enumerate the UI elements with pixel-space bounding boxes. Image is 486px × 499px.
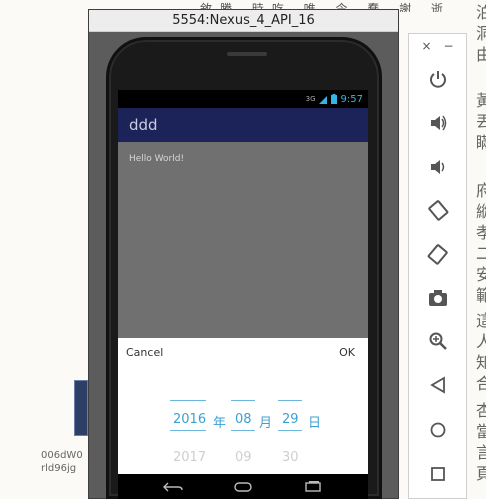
date-picker-dialog: Cancel OK 2016 年 2017 08 月 09 29 日 30 — [118, 338, 368, 474]
rotate-right-button[interactable] — [423, 240, 453, 268]
day-selection-line-top — [278, 400, 302, 401]
emulator-titlebar[interactable]: 5554:Nexus_4_API_16 — [89, 10, 398, 32]
action-bar: ddd — [118, 108, 368, 142]
back-button[interactable] — [423, 371, 453, 399]
screenshot-button[interactable] — [423, 284, 453, 312]
background-column-3: 府縱孝二安範 — [476, 181, 486, 305]
ok-button[interactable]: OK — [339, 346, 355, 359]
volume-down-button[interactable] — [423, 153, 453, 181]
background-column-2: 黃丟瞞 — [476, 91, 486, 152]
overview-icon — [431, 467, 445, 481]
close-icon[interactable]: × — [421, 39, 431, 53]
navigation-bar — [118, 474, 368, 499]
month-unit: 月 — [259, 416, 273, 431]
home-icon — [430, 422, 446, 438]
desktop-thumbnail-label: 006dW0 rld96jg — [41, 450, 83, 474]
emulator-title: 5554:Nexus_4_API_16 — [172, 13, 315, 28]
day-selection-line-bottom — [278, 430, 302, 431]
camera-icon — [429, 290, 447, 306]
power-button[interactable] — [423, 65, 453, 93]
day-next[interactable]: 30 — [282, 450, 299, 465]
rotate-left-icon — [428, 200, 449, 221]
emulator-toolbar: × − — [408, 33, 467, 499]
battery-icon — [330, 94, 337, 104]
year-next[interactable]: 2017 — [173, 450, 206, 465]
year-selected[interactable]: 2016 — [173, 412, 206, 427]
rotate-right-icon — [427, 244, 448, 265]
month-selection-line-top — [231, 400, 255, 401]
app-title: ddd — [129, 116, 158, 134]
home-button[interactable] — [423, 416, 453, 444]
network-indicator: 3G — [305, 95, 316, 103]
toolbar-window-controls: × − — [409, 34, 466, 58]
year-selection-line-bottom — [170, 430, 206, 431]
hello-world-text: Hello World! — [129, 154, 185, 164]
year-selection-line-top — [170, 400, 206, 401]
background-column-1: 泊洞由 — [476, 3, 486, 64]
nav-home-icon[interactable] — [232, 481, 254, 493]
nav-back-icon[interactable] — [162, 481, 184, 493]
year-unit: 年 — [213, 416, 227, 431]
clock: 9:57 — [340, 93, 363, 105]
cancel-button[interactable]: Cancel — [126, 346, 163, 359]
date-wheel-picker[interactable]: 2016 年 2017 08 月 09 29 日 30 — [118, 398, 368, 474]
desktop-thumbnail[interactable] — [74, 380, 88, 436]
back-icon — [430, 376, 445, 394]
background-column-5: 杏當言頁 — [476, 401, 486, 483]
volume-up-icon — [431, 115, 447, 131]
minimize-icon[interactable]: − — [444, 39, 454, 53]
power-icon — [430, 71, 446, 88]
month-next[interactable]: 09 — [235, 450, 252, 465]
month-selection-line-bottom — [231, 430, 255, 431]
day-selected[interactable]: 29 — [282, 412, 299, 427]
speaker-grille — [227, 52, 267, 56]
month-selected[interactable]: 08 — [235, 412, 252, 427]
nav-recents-icon[interactable] — [302, 480, 324, 493]
device-screen[interactable]: 3G 9:57 ddd Hello World! Cancel OK 2016 … — [118, 90, 368, 499]
background-column-4: 這人知合 — [476, 311, 486, 393]
overview-button[interactable] — [423, 460, 453, 488]
signal-icon — [318, 96, 327, 104]
day-unit: 日 — [308, 416, 322, 431]
zoom-icon — [429, 332, 447, 350]
zoom-button[interactable] — [423, 327, 453, 355]
status-bar: 3G 9:57 — [118, 90, 368, 108]
volume-up-button[interactable] — [423, 109, 453, 137]
volume-down-icon — [431, 160, 445, 174]
rotate-left-button[interactable] — [423, 196, 453, 224]
